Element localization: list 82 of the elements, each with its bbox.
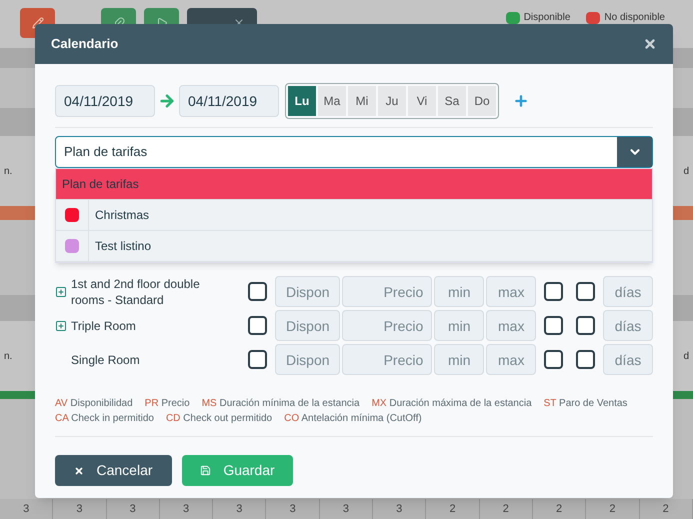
checkbox[interactable] bbox=[576, 316, 595, 335]
weekday-toggle[interactable]: Lu bbox=[288, 86, 316, 116]
legend-entry: MX Duración máxima de la estancia bbox=[372, 397, 532, 411]
legend-entry: ST Paro de Ventas bbox=[544, 397, 628, 411]
cell-text: d bbox=[683, 164, 689, 178]
grid-cell: 3 bbox=[213, 499, 266, 519]
value-field[interactable]: Precio bbox=[342, 310, 432, 341]
save-icon bbox=[200, 465, 212, 476]
grid-cell: 3 bbox=[160, 499, 214, 519]
value-field[interactable]: max bbox=[486, 310, 536, 341]
pencil-icon bbox=[32, 17, 44, 29]
value-field[interactable]: min bbox=[434, 276, 484, 307]
grid-cell: 2 bbox=[426, 499, 480, 519]
weekday-toggle[interactable]: Ju bbox=[378, 86, 406, 116]
legend-label: Disponible bbox=[524, 11, 570, 25]
window-title: Calendario bbox=[51, 35, 118, 54]
option-label: Plan de tarifas bbox=[61, 176, 140, 193]
value-field[interactable]: min bbox=[434, 310, 484, 341]
legend-entry: CA Check in permitido bbox=[55, 412, 154, 426]
option-label: Test listino bbox=[94, 238, 152, 255]
legend-entry: PR Precio bbox=[144, 397, 190, 411]
value-field[interactable]: Dispon bbox=[275, 276, 340, 307]
value-field[interactable]: min bbox=[434, 344, 484, 375]
dropdown-option[interactable]: Test listino bbox=[56, 231, 652, 262]
arrow-icon bbox=[158, 92, 176, 110]
dropdown-option[interactable]: Christmas bbox=[56, 200, 652, 231]
value-field[interactable]: Precio bbox=[342, 344, 432, 375]
weekday-toggle[interactable]: Sa bbox=[438, 86, 466, 116]
date-field[interactable]: 04/11/2019 bbox=[179, 85, 279, 117]
weekday-toggle[interactable]: Vi bbox=[408, 86, 436, 116]
checkbox[interactable] bbox=[576, 282, 595, 301]
days-field[interactable]: días bbox=[603, 310, 653, 341]
grid-cell: 2 bbox=[480, 499, 533, 519]
value-field[interactable]: max bbox=[486, 344, 536, 375]
grid-cell: 3 bbox=[266, 499, 320, 519]
expand-icon[interactable] bbox=[55, 320, 67, 332]
checkbox[interactable] bbox=[544, 316, 564, 335]
value-field[interactable]: Dispon bbox=[275, 310, 340, 341]
weekday-toggle[interactable]: Ma bbox=[318, 86, 346, 116]
add-icon[interactable] bbox=[513, 93, 529, 109]
date-field[interactable]: 04/11/2019 bbox=[55, 85, 155, 117]
legend-label: No disponible bbox=[604, 11, 665, 25]
dropdown-option[interactable]: Plan de tarifas bbox=[56, 169, 652, 200]
checkbox[interactable] bbox=[248, 316, 268, 335]
grid-cell: 3 bbox=[106, 499, 160, 519]
option-label: Christmas bbox=[94, 207, 150, 224]
legend-entry: AV Disponibilidad bbox=[55, 397, 133, 411]
checkbox[interactable] bbox=[544, 282, 564, 301]
room-name: Triple Room bbox=[71, 318, 137, 334]
legend-entry: MS Duración mínima de la estancia bbox=[202, 397, 360, 411]
grid-cell: 2 bbox=[640, 499, 693, 519]
checkbox[interactable] bbox=[576, 350, 595, 369]
grid-cell: 3 bbox=[53, 499, 107, 519]
room-name: 1st and 2nd floor double rooms - Standard bbox=[71, 276, 201, 308]
days-field[interactable]: días bbox=[603, 276, 653, 307]
cancel-button[interactable]: Cancelar bbox=[55, 455, 172, 486]
expand-icon[interactable] bbox=[55, 286, 67, 298]
select-value: Plan de tarifas bbox=[63, 143, 148, 162]
days-field[interactable]: días bbox=[603, 344, 653, 375]
cell-text: n. bbox=[4, 350, 12, 364]
close-icon bbox=[74, 466, 84, 476]
value-field[interactable]: Precio bbox=[342, 276, 432, 307]
cell-text: d bbox=[683, 350, 689, 364]
grid-cell: 3 bbox=[320, 499, 374, 519]
weekday-toggle[interactable]: Mi bbox=[348, 86, 376, 116]
room-name: Single Room bbox=[71, 352, 141, 368]
close-icon[interactable] bbox=[643, 37, 657, 51]
grid-cell: 3 bbox=[373, 499, 426, 519]
checkbox[interactable] bbox=[248, 350, 268, 369]
cell-text: n. bbox=[4, 164, 12, 178]
grid-cell: 2 bbox=[532, 499, 586, 519]
value-field[interactable]: Dispon bbox=[275, 344, 340, 375]
checkbox[interactable] bbox=[544, 350, 564, 369]
legend-entry: CO Antelación mínima (CutOff) bbox=[284, 412, 422, 426]
legend-entry: CD Check out permitido bbox=[166, 412, 272, 426]
checkbox[interactable] bbox=[248, 282, 268, 301]
grid-cell: 2 bbox=[586, 499, 640, 519]
dropdown-button[interactable] bbox=[617, 137, 652, 167]
grid-cell: 3 bbox=[0, 499, 54, 519]
weekday-toggle[interactable]: Do bbox=[468, 86, 496, 116]
rate-plan-select[interactable]: Plan de tarifas bbox=[55, 136, 653, 168]
value-field[interactable]: max bbox=[486, 276, 536, 307]
